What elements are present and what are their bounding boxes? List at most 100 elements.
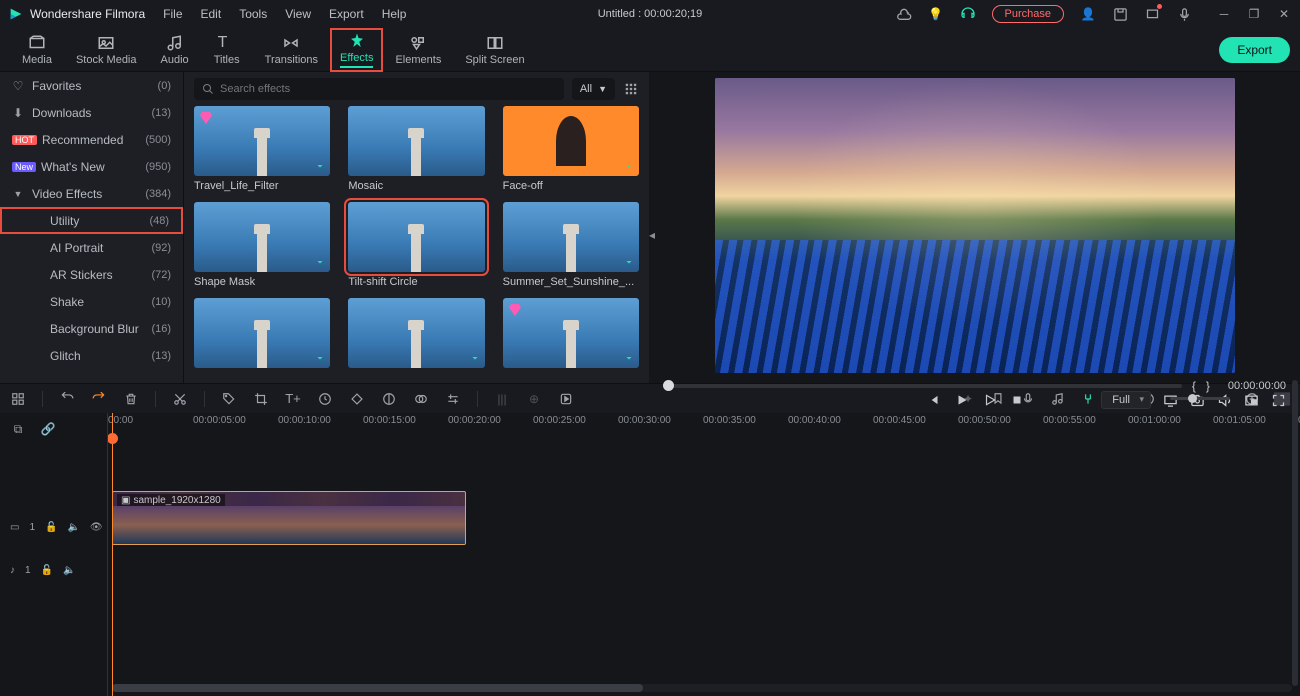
menu-view[interactable]: View <box>285 7 311 21</box>
lock-icon[interactable]: 🔓 <box>41 565 53 576</box>
redo-icon[interactable] <box>91 391 107 407</box>
sidebar-item-favorites[interactable]: ♡Favorites(0) <box>0 72 183 99</box>
audio-track[interactable] <box>108 547 1300 577</box>
sidebar-item-whats-new[interactable]: NewWhat's New(950) <box>0 153 183 180</box>
undo-icon[interactable] <box>59 391 75 407</box>
menu-file[interactable]: File <box>163 7 182 21</box>
download-icon <box>623 256 635 268</box>
volume-icon[interactable] <box>1217 393 1232 408</box>
prev-frame-icon[interactable] <box>927 393 941 407</box>
video-track-head[interactable]: ▭1 🔓 🔈 👁 <box>0 499 107 555</box>
playback-scrubber[interactable] <box>663 384 1182 388</box>
visibility-icon[interactable]: 👁 <box>90 522 103 533</box>
effect-thumb[interactable]: Shape Mask <box>194 202 330 292</box>
color-icon[interactable] <box>381 391 397 407</box>
delete-icon[interactable] <box>123 391 139 407</box>
tab-audio[interactable]: Audio <box>149 32 201 68</box>
sidebar-item-video-effects[interactable]: ▼Video Effects(384) <box>0 180 183 207</box>
sidebar-item-downloads[interactable]: ⬇Downloads(13) <box>0 99 183 126</box>
premium-gem-icon <box>198 110 214 126</box>
effect-thumb[interactable] <box>503 298 639 376</box>
tab-elements[interactable]: Elements <box>383 32 453 68</box>
cloud-icon[interactable] <box>896 6 912 22</box>
render-icon[interactable] <box>558 391 574 407</box>
mute-icon[interactable]: 🔈 <box>67 522 79 533</box>
play-forward-icon[interactable] <box>983 393 997 407</box>
layout-icon[interactable] <box>10 391 26 407</box>
effect-thumb[interactable] <box>348 298 484 376</box>
stop-icon[interactable] <box>1011 394 1023 406</box>
sidebar-item-background-blur[interactable]: Background Blur(16) <box>0 315 183 342</box>
quality-dropdown[interactable]: Full <box>1101 391 1151 409</box>
auto-ripple-icon[interactable]: ✦ <box>960 391 976 407</box>
media-tabs: Media Stock Media Audio TTitles Transiti… <box>0 28 1300 72</box>
maximize-icon[interactable]: ❐ <box>1246 6 1262 22</box>
video-track[interactable]: ▣sample_1920x1280 <box>108 491 1300 547</box>
cut-icon[interactable] <box>172 391 188 407</box>
zoom-slider[interactable] <box>1170 397 1230 400</box>
keyframe-icon[interactable] <box>349 391 365 407</box>
effect-thumb[interactable]: Tilt-shift Circle <box>348 202 484 292</box>
sidebar-item-recommended[interactable]: HOTRecommended(500) <box>0 126 183 153</box>
search-input[interactable] <box>220 83 556 95</box>
menu-tools[interactable]: Tools <box>239 7 267 21</box>
link-icon[interactable]: 🔗 <box>40 421 56 437</box>
timeline-ruler[interactable]: 00:0000:00:05:0000:00:10:0000:00:15:0000… <box>108 413 1300 437</box>
video-clip[interactable]: ▣sample_1920x1280 <box>112 491 466 545</box>
vertical-scrollbar[interactable] <box>1292 380 1298 686</box>
tab-split-screen[interactable]: Split Screen <box>453 32 536 68</box>
speed-icon[interactable] <box>317 391 333 407</box>
tab-media[interactable]: Media <box>10 32 64 68</box>
save-icon[interactable] <box>1112 6 1128 22</box>
grid-view-icon[interactable] <box>623 81 639 97</box>
search-box[interactable] <box>194 78 564 100</box>
text-icon[interactable]: T+ <box>285 391 301 407</box>
lock-icon[interactable]: 🔓 <box>45 522 57 533</box>
horizontal-scrollbar[interactable] <box>112 684 1292 692</box>
crop-icon[interactable] <box>253 391 269 407</box>
track-stack-icon[interactable]: ⧉ <box>10 421 26 437</box>
tag-icon[interactable] <box>221 391 237 407</box>
headphones-icon[interactable] <box>960 6 976 22</box>
sidebar-item-utility[interactable]: Utility(48) <box>0 207 183 234</box>
more-icon[interactable]: ⊕ <box>526 391 542 407</box>
sidebar-item-ai-portrait[interactable]: AI Portrait(92) <box>0 234 183 261</box>
effect-label: Tilt-shift Circle <box>348 272 484 292</box>
panel-divider-icon[interactable]: ◂ <box>649 228 655 242</box>
playhead[interactable] <box>112 413 113 696</box>
message-icon[interactable] <box>1144 6 1160 22</box>
mic-icon[interactable] <box>1176 6 1192 22</box>
close-icon[interactable]: ✕ <box>1276 6 1292 22</box>
effect-thumb[interactable]: Travel_Life_Filter <box>194 106 330 196</box>
tab-effects[interactable]: Effects <box>330 28 383 72</box>
menu-export[interactable]: Export <box>329 7 364 21</box>
sidebar-item-glitch[interactable]: Glitch(13) <box>0 342 183 369</box>
pip-icon[interactable] <box>1244 393 1259 408</box>
tab-stock-media[interactable]: Stock Media <box>64 32 149 68</box>
tab-transitions[interactable]: Transitions <box>253 32 330 68</box>
profile-icon[interactable]: 👤 <box>1080 6 1096 22</box>
chroma-icon[interactable] <box>413 391 429 407</box>
audio-track-head[interactable]: ♪1 🔓 🔈 <box>0 555 107 585</box>
export-button[interactable]: Export <box>1219 37 1290 63</box>
sidebar-item-shake[interactable]: Shake(10) <box>0 288 183 315</box>
effect-thumb[interactable]: Mosaic <box>348 106 484 196</box>
menu-help[interactable]: Help <box>382 7 407 21</box>
lightbulb-icon[interactable]: 💡 <box>928 6 944 22</box>
mute-icon[interactable]: 🔈 <box>63 565 75 576</box>
preview-video[interactable] <box>715 78 1235 373</box>
filter-dropdown[interactable]: All▼ <box>572 78 615 100</box>
tab-titles[interactable]: TTitles <box>201 32 253 68</box>
display-icon[interactable] <box>1163 393 1178 408</box>
adjust-icon[interactable] <box>445 391 461 407</box>
audio-fx-icon[interactable]: ||| <box>494 391 510 407</box>
menu-edit[interactable]: Edit <box>201 7 222 21</box>
minimize-icon[interactable]: ─ <box>1216 6 1232 22</box>
fullscreen-icon[interactable] <box>1271 393 1286 408</box>
effect-thumb[interactable]: Summer_Set_Sunshine_... <box>503 202 639 292</box>
purchase-button[interactable]: Purchase <box>992 5 1064 23</box>
sidebar-item-ar-stickers[interactable]: AR Stickers(72) <box>0 261 183 288</box>
audio-track-icon: ♪ <box>10 565 15 576</box>
effect-thumb[interactable] <box>194 298 330 376</box>
effect-thumb[interactable]: Face-off <box>503 106 639 196</box>
